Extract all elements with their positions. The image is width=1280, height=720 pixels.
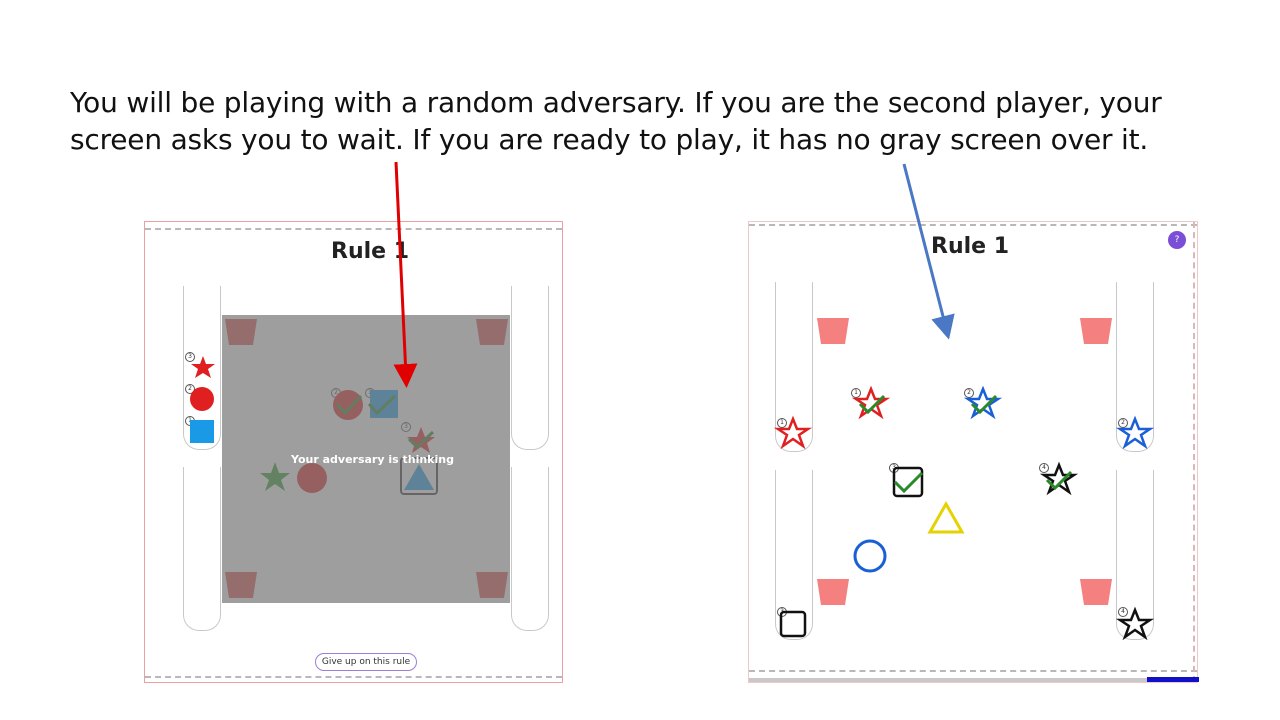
blue-arrow [902, 163, 955, 340]
red-arrow [393, 161, 418, 388]
annotation-arrows [393, 161, 955, 388]
